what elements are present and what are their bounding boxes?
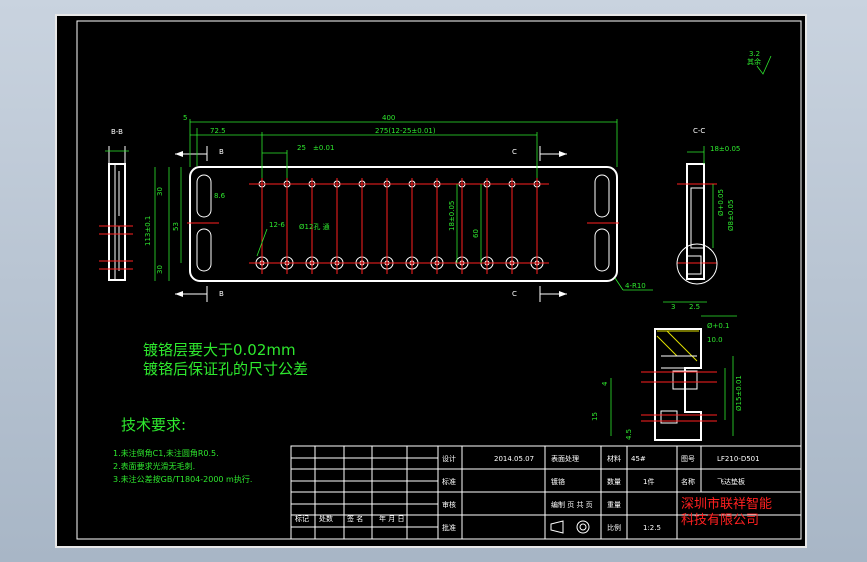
svg-text:审核: 审核: [442, 500, 456, 509]
svg-text:镀铬: 镀铬: [551, 477, 565, 486]
svg-text:数量: 数量: [607, 477, 621, 486]
svg-text:2.表面要求光滑无毛刺.: 2.表面要求光滑无毛刺.: [113, 461, 195, 471]
svg-text:B: B: [219, 148, 224, 156]
svg-text:15: 15: [591, 412, 599, 421]
detail-view: Ø+0.1 10.0 4 15 4.5 Ø15±0.01: [591, 315, 743, 441]
center-lines: [187, 178, 619, 274]
section-cc-view: C-C 18±0.05 Ø+0.05 Ø8±0.05 3 2.5: [663, 127, 740, 311]
title-block: 设计 2014.05.07 表面处理 材料 45# 图号 LF210-D501 …: [290, 445, 802, 540]
front-view: B B C C 400 5 72.5 275(12-25±0.01) 25 ±0…: [144, 114, 653, 302]
svg-text:LF210-D501: LF210-D501: [717, 455, 760, 463]
roughness-symbol: 其余 3.2: [747, 50, 772, 75]
svg-text:400: 400: [382, 114, 395, 122]
tech-title: 技术要求:: [121, 416, 186, 434]
svg-text:30: 30: [156, 187, 164, 196]
svg-text:3.2: 3.2: [749, 50, 760, 58]
plating-notes: 镀铬层要大于0.02mm 镀铬后保证孔的尺寸公差: [143, 341, 308, 378]
technical-requirements: 技术要求: 1.未注倒角C1,未注圆角R0.5. 2.表面要求光滑无毛刺. 3.…: [113, 416, 252, 484]
svg-text:编制 页 共 页: 编制 页 共 页: [551, 500, 593, 509]
svg-text:18±0.05: 18±0.05: [448, 201, 456, 231]
svg-text:B: B: [219, 290, 224, 298]
svg-text:Ø8±0.05: Ø8±0.05: [727, 200, 735, 231]
svg-text:Ø+0.1: Ø+0.1: [707, 322, 730, 330]
slot-right-bottom: [594, 228, 610, 272]
svg-text:Ø12孔 通: Ø12孔 通: [299, 222, 330, 231]
svg-text:18±0.05: 18±0.05: [710, 145, 740, 153]
section-cc-label: C-C: [693, 127, 705, 135]
svg-text:飞达垫板: 飞达垫板: [717, 477, 745, 486]
svg-text:2014.05.07: 2014.05.07: [494, 455, 534, 463]
slot-left-top: [196, 174, 212, 218]
svg-text:3: 3: [671, 303, 675, 311]
svg-text:表面处理: 表面处理: [551, 454, 579, 463]
svg-text:批准: 批准: [442, 523, 456, 532]
svg-text:标准: 标准: [442, 477, 456, 486]
svg-text:处数: 处数: [319, 514, 333, 523]
svg-text:3.未注公差按GB/T1804-2000 m执行.: 3.未注公差按GB/T1804-2000 m执行.: [113, 474, 252, 484]
plating-note-2: 镀铬后保证孔的尺寸公差: [143, 360, 308, 378]
svg-text:113±0.1: 113±0.1: [144, 216, 152, 246]
svg-text:72.5: 72.5: [210, 127, 226, 135]
svg-text:275(12-25±0.01): 275(12-25±0.01): [375, 127, 436, 135]
svg-text:45#: 45#: [631, 455, 646, 463]
svg-text:1件: 1件: [643, 477, 654, 486]
section-bb-label: B-B: [111, 128, 123, 136]
svg-text:±0.01: ±0.01: [313, 144, 334, 152]
section-bb-view: B-B: [99, 128, 133, 281]
svg-text:C: C: [512, 290, 517, 298]
svg-text:Ø15±0.01: Ø15±0.01: [735, 375, 743, 411]
slot-right-top: [594, 174, 610, 218]
svg-text:Ø+0.05: Ø+0.05: [717, 189, 725, 216]
slot-left-bottom: [196, 228, 212, 272]
svg-text:8.6: 8.6: [214, 192, 226, 200]
company-name-2: 科技有限公司: [681, 513, 759, 528]
svg-text:12-6: 12-6: [269, 221, 285, 229]
svg-text:签 名: 签 名: [347, 514, 363, 523]
cad-drawing: 其余 3.2 B-B B B C C 400 5 72.5 275(12-25±…: [76, 20, 802, 540]
svg-text:材料: 材料: [607, 454, 621, 463]
svg-text:4: 4: [601, 381, 609, 386]
svg-text:4-R10: 4-R10: [625, 282, 646, 290]
svg-text:1.未注倒角C1,未注圆角R0.5.: 1.未注倒角C1,未注圆角R0.5.: [113, 448, 219, 458]
svg-text:10.0: 10.0: [707, 336, 723, 344]
svg-text:53: 53: [172, 222, 180, 231]
front-dimensions: 400 5 72.5 275(12-25±0.01) 25 ±0.01 8.6 …: [144, 114, 653, 291]
drawing-frame: 其余 3.2 B-B B B C C 400 5 72.5 275(12-25±…: [55, 14, 807, 548]
svg-text:年 月 日: 年 月 日: [379, 514, 404, 523]
projection-symbol: [550, 520, 590, 534]
svg-text:2.5: 2.5: [689, 303, 700, 311]
svg-text:C: C: [512, 148, 517, 156]
plating-note-1: 镀铬层要大于0.02mm: [143, 341, 296, 359]
svg-text:标记: 标记: [295, 514, 309, 523]
svg-text:其余: 其余: [747, 57, 761, 66]
company-name-1: 深圳市联祥智能: [681, 496, 772, 512]
svg-text:5: 5: [183, 114, 187, 122]
svg-text:1:2.5: 1:2.5: [643, 524, 661, 532]
svg-text:60: 60: [472, 229, 480, 238]
svg-text:比例: 比例: [607, 523, 621, 532]
svg-text:重量: 重量: [607, 501, 621, 509]
svg-text:25: 25: [297, 144, 306, 152]
svg-text:30: 30: [156, 265, 164, 274]
svg-text:图号: 图号: [681, 455, 695, 463]
svg-text:名称: 名称: [681, 477, 695, 486]
svg-text:4.5: 4.5: [625, 429, 633, 440]
svg-text:设计: 设计: [442, 454, 456, 463]
section-markers: B B C C: [175, 146, 567, 302]
